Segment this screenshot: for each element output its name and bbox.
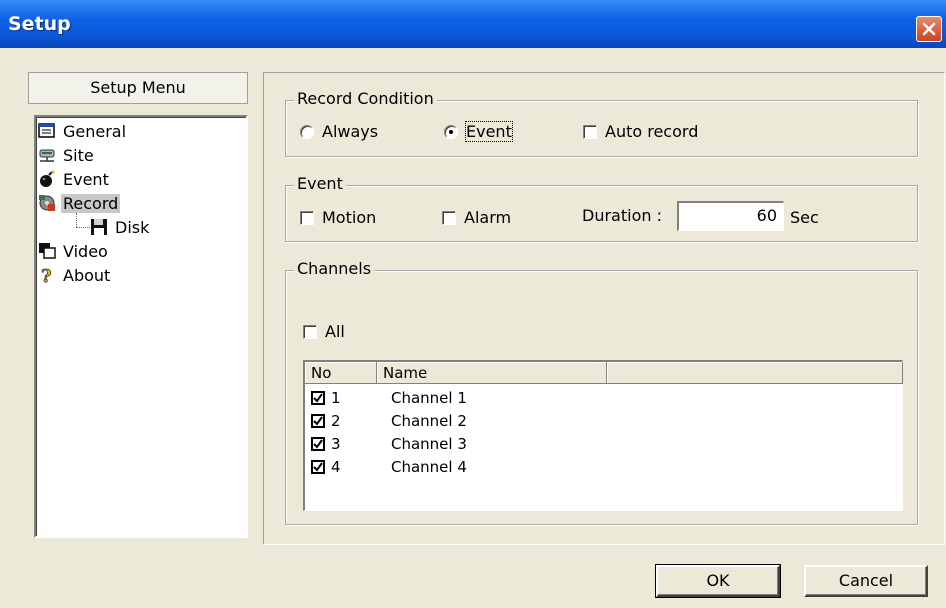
cancel-button[interactable]: Cancel (804, 565, 928, 597)
duration-input[interactable]: 60 (677, 201, 784, 231)
column-header-empty[interactable] (607, 362, 903, 384)
channels-legend: Channels (294, 259, 375, 279)
sidebar-item-label: Event (63, 170, 109, 189)
record-condition-legend: Record Condition (294, 89, 437, 109)
checkbox[interactable] (442, 211, 456, 225)
column-header-name[interactable]: Name (377, 362, 607, 384)
list-header: No Name (305, 362, 903, 384)
svg-text:?: ? (41, 266, 52, 284)
always-radio[interactable]: Always (300, 122, 378, 142)
channel-no: 3 (331, 435, 341, 453)
title-bar[interactable]: Setup (0, 0, 946, 48)
properties-icon (38, 122, 56, 140)
sidebar-item-disk[interactable]: Disk (90, 217, 151, 239)
checkbox[interactable] (303, 325, 317, 339)
channel-no: 4 (331, 458, 341, 476)
auto-record-checkbox[interactable]: Auto record (583, 122, 698, 142)
sidebar-item-general[interactable]: General (38, 121, 128, 143)
event-label: Event (465, 121, 513, 142)
channel-name: Channel 1 (391, 389, 467, 407)
checkmark-icon (313, 462, 323, 472)
close-icon (922, 22, 936, 36)
sidebar-item-event[interactable]: Event (38, 169, 111, 191)
channel-checkbox[interactable] (311, 460, 325, 474)
checkbox[interactable] (583, 125, 597, 139)
alarm-checkbox[interactable]: Alarm (442, 208, 511, 228)
radio-button[interactable] (444, 125, 458, 139)
checkbox[interactable] (300, 211, 314, 225)
checkmark-icon (313, 439, 323, 449)
channel-no: 1 (331, 389, 341, 407)
network-drive-icon (38, 146, 56, 164)
setup-menu-header: Setup Menu (28, 72, 248, 104)
channel-no: 2 (331, 412, 341, 430)
sidebar-item-label: About (63, 266, 111, 285)
event-legend: Event (294, 174, 346, 194)
sidebar-item-label: Site (63, 146, 94, 165)
all-label: All (325, 322, 345, 341)
column-header-no[interactable]: No (305, 362, 377, 384)
motion-label: Motion (322, 208, 377, 227)
window-title: Setup (8, 13, 71, 35)
always-label: Always (322, 122, 379, 141)
channel-row[interactable]: 4 Channel 4 (311, 456, 467, 478)
channel-checkbox[interactable] (311, 391, 325, 405)
channel-row[interactable]: 3 Channel 3 (311, 433, 467, 455)
channel-checkbox[interactable] (311, 437, 325, 451)
close-button[interactable] (916, 16, 942, 42)
sidebar-item-label: General (63, 122, 127, 141)
all-channels-checkbox[interactable]: All (303, 322, 345, 342)
alarm-label: Alarm (464, 208, 512, 227)
tree-connector (76, 227, 90, 228)
setup-dialog: Setup Setup Menu General Site Event Reco… (0, 0, 946, 608)
ok-button[interactable]: OK (655, 564, 781, 598)
record-film-icon (38, 194, 56, 212)
setup-menu-tree[interactable]: General Site Event Record Disk Video ? A… (34, 115, 248, 538)
sidebar-item-record[interactable]: Record (38, 193, 121, 215)
auto-record-label: Auto record (605, 122, 699, 141)
motion-checkbox[interactable]: Motion (300, 208, 376, 228)
sidebar-item-label: Video (63, 242, 108, 261)
channel-checkbox[interactable] (311, 414, 325, 428)
question-mark-icon: ? (38, 266, 56, 288)
checkmark-icon (313, 416, 323, 426)
sidebar-item-video[interactable]: Video (38, 241, 110, 263)
sidebar-item-label: Record (61, 194, 121, 213)
checkmark-icon (313, 393, 323, 403)
floppy-disk-icon (90, 218, 108, 236)
video-windows-icon (38, 242, 56, 260)
radio-button[interactable] (300, 125, 314, 139)
channels-list[interactable]: No Name 1 Channel 1 2 Channel 2 3 Channe… (303, 360, 903, 511)
channel-name: Channel 3 (391, 435, 467, 453)
event-radio[interactable]: Event (444, 121, 513, 142)
sidebar-item-about[interactable]: ? About (38, 265, 112, 288)
channel-name: Channel 4 (391, 458, 467, 476)
tree-connector (76, 213, 77, 227)
sidebar-item-site[interactable]: Site (38, 145, 96, 167)
channel-name: Channel 2 (391, 412, 467, 430)
channel-row[interactable]: 1 Channel 1 (311, 387, 467, 409)
sidebar-item-label: Disk (115, 218, 150, 237)
duration-label: Duration : (582, 206, 662, 225)
channel-row[interactable]: 2 Channel 2 (311, 410, 467, 432)
duration-unit: Sec (790, 208, 819, 227)
bomb-icon (38, 170, 56, 188)
